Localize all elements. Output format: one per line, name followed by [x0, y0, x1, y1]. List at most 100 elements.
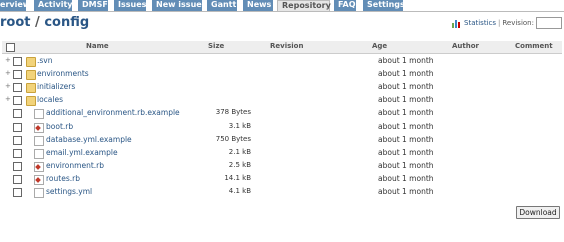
row-checkbox[interactable]: [13, 122, 22, 132]
tab-label: Activity: [38, 0, 73, 9]
entry-name[interactable]: environment.rb: [46, 161, 104, 170]
menu-divider: [0, 11, 564, 12]
entry-age: about 1 month: [378, 147, 434, 157]
tab-new-issue[interactable]: New issue: [152, 0, 202, 11]
entry-age: about 1 month: [378, 95, 434, 105]
column-author[interactable]: Author: [452, 42, 479, 50]
tab-gantt[interactable]: Gantt: [207, 0, 237, 11]
row-checkbox[interactable]: [13, 148, 22, 158]
statistics-icon: [452, 19, 461, 28]
expand-icon[interactable]: +: [5, 96, 11, 103]
entry-name[interactable]: locales: [37, 95, 63, 104]
tab-label: New issue: [156, 0, 202, 9]
expand-icon[interactable]: +: [5, 70, 11, 77]
entry-size: 3.1 kB: [228, 121, 251, 130]
entry-name[interactable]: environments: [37, 69, 89, 78]
row-checkbox[interactable]: [13, 96, 22, 106]
tab-activity[interactable]: Activity: [34, 0, 73, 11]
tab-label: Settings: [367, 0, 405, 9]
entry-age: about 1 month: [378, 187, 434, 196]
row-checkbox[interactable]: [13, 109, 22, 119]
entry-name[interactable]: .svn: [37, 56, 52, 65]
table-header: Name Size Revision Age Author Comment: [2, 41, 562, 54]
entry-name[interactable]: routes.rb: [46, 174, 80, 183]
row-checkbox[interactable]: [13, 174, 22, 184]
file-icon: [34, 109, 44, 120]
table-row: database.yml.example 750 Bytes about 1 mon…: [2, 134, 562, 147]
statistics-link[interactable]: Statistics: [464, 19, 496, 27]
entry-age: about 1 month: [378, 121, 434, 131]
table-row: environment.rb 2.5 kB about 1 month: [2, 160, 562, 173]
entry-name[interactable]: initializers: [37, 82, 75, 91]
revision-area: Statistics | Revision:: [452, 17, 562, 29]
tab-label: Issues: [118, 0, 147, 9]
breadcrumb-current[interactable]: config: [44, 15, 89, 30]
column-size[interactable]: Size: [208, 42, 224, 50]
table-row: boot.rb 3.1 kB about 1 month: [2, 121, 562, 134]
revision-label: Revision:: [502, 19, 534, 27]
entry-size: 750 Bytes: [215, 134, 251, 143]
file-icon: [34, 135, 44, 146]
entry-age: about 1 month: [378, 134, 434, 144]
tab-settings[interactable]: Settings: [363, 0, 405, 11]
entry-age: about 1 month: [378, 108, 434, 118]
tab-faq[interactable]: FAQ: [334, 0, 356, 11]
row-checkbox[interactable]: [13, 188, 22, 197]
entry-size: 378 Bytes: [215, 108, 251, 117]
tab-label: DMSF: [82, 0, 108, 9]
folder-icon: [26, 57, 36, 67]
tab-issues[interactable]: Issues: [114, 0, 146, 11]
table-row: + .svn about 1 month: [2, 55, 562, 68]
folder-icon: [26, 96, 36, 107]
download-button[interactable]: Download: [516, 206, 560, 219]
column-name[interactable]: Name: [86, 42, 109, 50]
table-row: settings.yml 4.1 kB about 1 month: [2, 186, 562, 199]
file-icon: [34, 188, 44, 198]
entry-name[interactable]: database.yml.example: [46, 135, 132, 144]
revision-input[interactable]: [535, 17, 562, 29]
breadcrumb: root / config: [0, 15, 89, 30]
tab-label: Gantt: [211, 0, 237, 9]
column-age[interactable]: Age: [372, 42, 387, 50]
breadcrumb-root[interactable]: root: [0, 15, 31, 30]
column-comment[interactable]: Comment: [515, 42, 553, 50]
folder-icon: [26, 70, 36, 81]
column-revision[interactable]: Revision: [270, 42, 303, 50]
table-row: + locales about 1 month: [2, 94, 562, 107]
entry-age: about 1 month: [378, 56, 434, 65]
entry-name[interactable]: settings.yml: [46, 187, 92, 196]
entry-age: about 1 month: [378, 82, 434, 92]
row-checkbox[interactable]: [13, 135, 22, 145]
tab-repository[interactable]: Repository: [277, 0, 331, 11]
tab-label: Repository: [282, 1, 331, 10]
expand-icon[interactable]: +: [5, 57, 11, 64]
select-all-checkbox[interactable]: [6, 43, 15, 52]
entry-age: about 1 month: [378, 173, 434, 183]
table-row: email.yml.example 2.1 kB about 1 month: [2, 147, 562, 160]
ruby-file-icon: [34, 174, 44, 185]
entry-name[interactable]: email.yml.example: [46, 148, 118, 157]
tab-news[interactable]: News: [243, 0, 273, 11]
entry-size: 14.1 kB: [224, 173, 251, 182]
expand-icon[interactable]: +: [5, 83, 11, 90]
table-row: additional_environment.rb.example 378 Byt…: [2, 107, 562, 120]
row-checkbox[interactable]: [13, 83, 22, 93]
table-row: + initializers about 1 month: [2, 81, 562, 94]
table-row: routes.rb 14.1 kB about 1 month: [2, 173, 562, 186]
ruby-file-icon: [34, 161, 44, 172]
row-checkbox[interactable]: [13, 57, 22, 66]
ruby-file-icon: [34, 122, 44, 133]
entry-name[interactable]: additional_environment.rb.example: [46, 108, 180, 117]
row-checkbox[interactable]: [13, 161, 22, 171]
table-row: + environments about 1 month: [2, 68, 562, 81]
entry-age: about 1 month: [378, 69, 434, 79]
tab-label: FAQ: [338, 0, 356, 9]
tab-dmsf[interactable]: DMSF: [78, 0, 108, 11]
row-checkbox[interactable]: [13, 70, 22, 80]
entry-size: 2.1 kB: [228, 147, 251, 156]
tab-overview[interactable]: Overview: [0, 0, 30, 11]
entry-age: about 1 month: [378, 160, 434, 170]
separator: |: [498, 19, 501, 27]
tab-label: Overview: [0, 0, 31, 9]
entry-name[interactable]: boot.rb: [46, 122, 73, 131]
